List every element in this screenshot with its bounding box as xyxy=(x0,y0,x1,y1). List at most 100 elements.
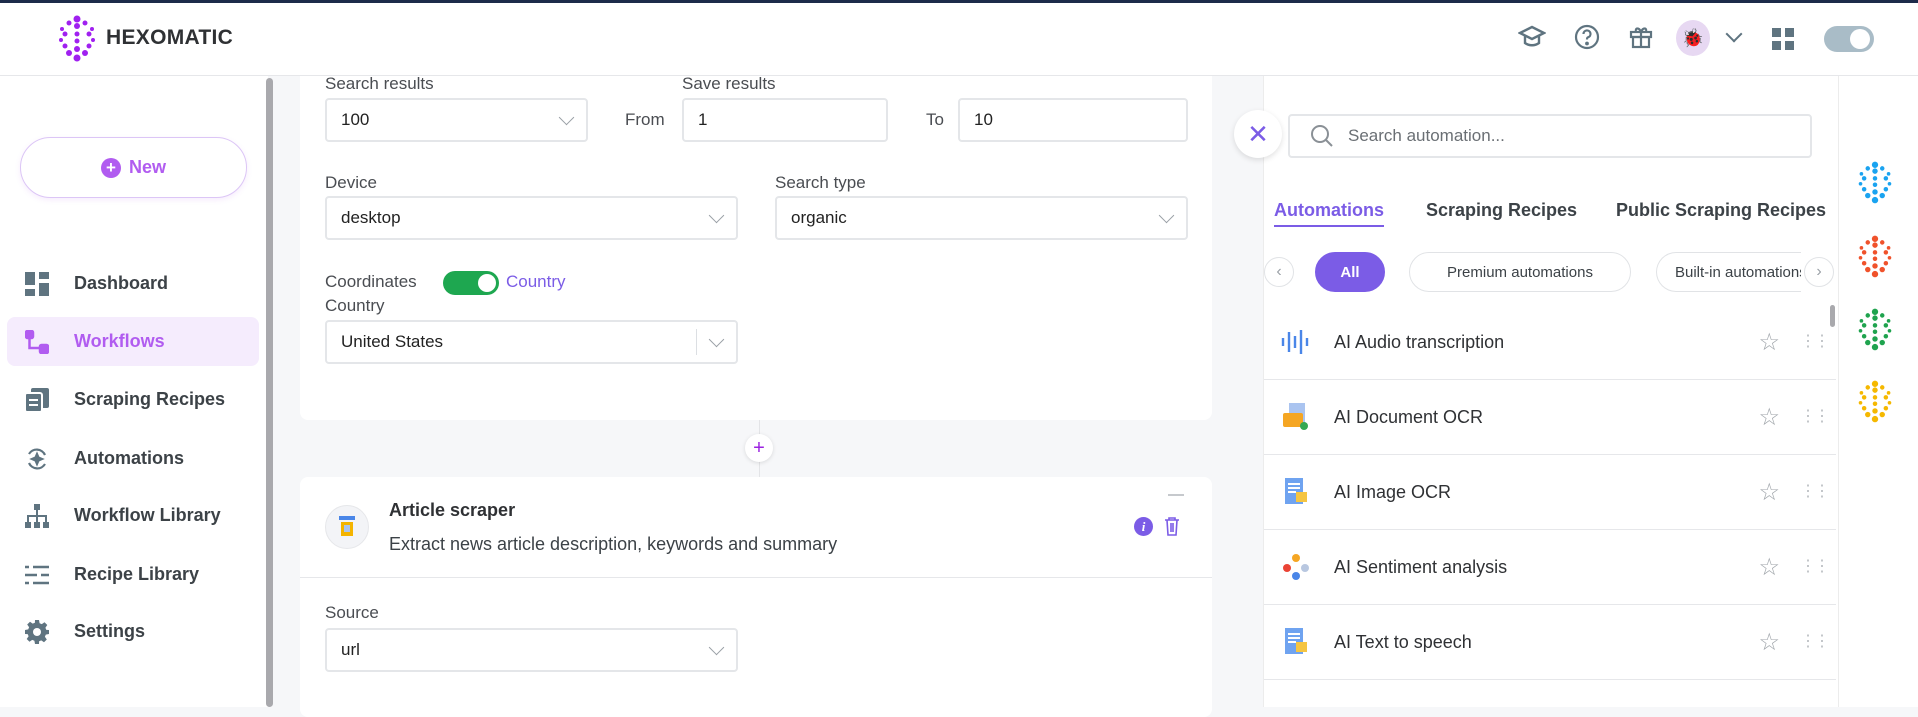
chevron-down-icon xyxy=(708,207,725,223)
country-label: Country xyxy=(325,296,385,315)
user-avatar[interactable]: 🐞 xyxy=(1676,20,1710,56)
chip-built-in-automations[interactable]: Built-in automations xyxy=(1656,252,1801,292)
close-panel-button[interactable]: ✕ xyxy=(1234,110,1282,158)
from-label: From xyxy=(625,110,665,129)
sidebar-item-dashboard[interactable]: Dashboard xyxy=(7,259,259,308)
chevron-down-icon xyxy=(1158,207,1175,223)
product-switch-icon[interactable] xyxy=(1856,160,1894,209)
automation-item[interactable]: AI Image OCR ☆ ⋮⋮ xyxy=(1264,455,1836,530)
automation-item[interactable]: AI Audio transcription ☆ ⋮⋮ xyxy=(1264,305,1836,380)
product-switch-icon[interactable] xyxy=(1856,234,1894,283)
hexomatic-logo-icon xyxy=(59,15,95,62)
collapse-icon[interactable] xyxy=(1168,494,1184,496)
drag-handle-icon[interactable]: ⋮⋮ xyxy=(1800,559,1830,575)
product-switch-icon[interactable] xyxy=(1856,307,1894,356)
automation-name: AI Sentiment analysis xyxy=(1334,556,1508,577)
trash-icon[interactable] xyxy=(1164,516,1180,541)
chips-scroll-right-button[interactable]: › xyxy=(1804,257,1834,287)
automation-name: AI Audio transcription xyxy=(1334,331,1505,352)
step-title: Article scraper xyxy=(389,500,516,520)
list-icon xyxy=(24,562,50,588)
chip-premium-automations[interactable]: Premium automations xyxy=(1409,252,1631,292)
theme-toggle[interactable] xyxy=(1824,26,1874,52)
automation-name: AI Text to speech xyxy=(1334,631,1472,652)
to-value: 10 xyxy=(974,110,993,129)
sidebar-item-workflow-library[interactable]: Workflow Library xyxy=(7,491,259,540)
star-icon[interactable]: ☆ xyxy=(1758,403,1780,432)
text-to-speech-icon xyxy=(1280,626,1312,658)
star-icon[interactable]: ☆ xyxy=(1758,478,1780,507)
automation-name: AI Image OCR xyxy=(1334,481,1452,502)
product-switch-icon[interactable] xyxy=(1856,379,1894,428)
source-label: Source xyxy=(325,603,379,622)
plus-icon: + xyxy=(100,157,121,178)
pdf-ocr-icon xyxy=(1280,401,1312,433)
star-icon[interactable]: ☆ xyxy=(1758,628,1780,657)
sentiment-icon xyxy=(1280,551,1312,583)
new-button[interactable]: + New xyxy=(20,137,247,198)
add-step-button[interactable]: + xyxy=(745,434,773,462)
sidebar-item-label: Workflows xyxy=(74,331,165,351)
from-value: 1 xyxy=(698,110,708,129)
gift-icon[interactable] xyxy=(1626,22,1656,52)
search-type-select[interactable]: organic xyxy=(775,196,1188,240)
drag-handle-icon[interactable]: ⋮⋮ xyxy=(1800,334,1830,350)
tab-public-scraping-recipes[interactable]: Public Scraping Recipes xyxy=(1616,200,1826,221)
device-select[interactable]: desktop xyxy=(325,196,738,240)
search-icon xyxy=(1311,125,1333,147)
automation-item[interactable]: AI Sentiment analysis ☆ ⋮⋮ xyxy=(1264,530,1836,605)
help-icon[interactable] xyxy=(1572,22,1602,52)
info-icon[interactable]: i xyxy=(1134,517,1153,536)
recipe-icon xyxy=(24,387,50,413)
country-toggle-label: Country xyxy=(506,272,566,291)
sidebar-item-settings[interactable]: Settings xyxy=(7,607,259,656)
automation-icon xyxy=(24,446,50,472)
search-type-value: organic xyxy=(791,208,847,227)
audio-wave-icon xyxy=(1280,326,1312,358)
search-automation-input[interactable]: Search automation... xyxy=(1288,114,1812,158)
source-value: url xyxy=(341,640,360,659)
automation-name: AI Document OCR xyxy=(1334,406,1484,427)
select-divider xyxy=(696,329,697,355)
tab-automations[interactable]: Automations xyxy=(1274,200,1384,227)
sidebar-item-label: Settings xyxy=(74,621,146,641)
automation-item[interactable]: AI Text to speech ☆ ⋮⋮ xyxy=(1264,605,1836,680)
search-results-select[interactable]: 100 xyxy=(325,98,588,142)
to-label: To xyxy=(926,110,944,129)
drag-handle-icon[interactable]: ⋮⋮ xyxy=(1800,409,1830,425)
sidebar-scrollbar[interactable] xyxy=(266,78,273,707)
chevron-down-icon xyxy=(708,639,725,655)
step-description: Extract news article description, keywor… xyxy=(389,534,838,554)
to-input[interactable]: 10 xyxy=(958,98,1188,142)
sidebar-item-label: Automations xyxy=(74,448,184,468)
sidebar-item-scraping-recipes[interactable]: Scraping Recipes xyxy=(7,375,259,424)
chevron-down-icon xyxy=(708,331,725,347)
brand-name: HEXOMATIC xyxy=(106,26,234,49)
hexomatic-logo[interactable]: HEXOMATIC xyxy=(56,14,233,62)
source-select[interactable]: url xyxy=(325,628,738,672)
sidebar-item-label: Dashboard xyxy=(74,273,169,293)
sidebar-item-workflows[interactable]: Workflows xyxy=(7,317,259,366)
star-icon[interactable]: ☆ xyxy=(1758,328,1780,357)
apps-grid-icon[interactable] xyxy=(1772,28,1794,50)
drag-handle-icon[interactable]: ⋮⋮ xyxy=(1800,634,1830,650)
star-icon[interactable]: ☆ xyxy=(1758,553,1780,582)
drag-handle-icon[interactable]: ⋮⋮ xyxy=(1800,484,1830,500)
dashboard-icon xyxy=(24,271,50,297)
gear-icon xyxy=(24,619,50,645)
sidebar-item-label: Recipe Library xyxy=(74,564,200,584)
country-select[interactable]: United States xyxy=(325,320,738,364)
chips-scroll-left-button[interactable]: ‹ xyxy=(1264,257,1294,287)
automation-item[interactable]: AI Document OCR ☆ ⋮⋮ xyxy=(1264,380,1836,455)
academy-icon[interactable] xyxy=(1517,22,1547,52)
sidebar-item-recipe-library[interactable]: Recipe Library xyxy=(7,550,259,599)
coordinates-country-toggle[interactable] xyxy=(443,271,499,295)
search-results-value: 100 xyxy=(341,110,370,129)
search-placeholder: Search automation... xyxy=(1348,126,1505,145)
tab-scraping-recipes[interactable]: Scraping Recipes xyxy=(1426,200,1577,221)
sidebar-item-automations[interactable]: Automations xyxy=(7,434,259,483)
sidebar-item-label: Workflow Library xyxy=(74,505,221,525)
chip-all[interactable]: All xyxy=(1315,252,1385,292)
from-input[interactable]: 1 xyxy=(682,98,888,142)
search-type-label: Search type xyxy=(775,173,866,192)
